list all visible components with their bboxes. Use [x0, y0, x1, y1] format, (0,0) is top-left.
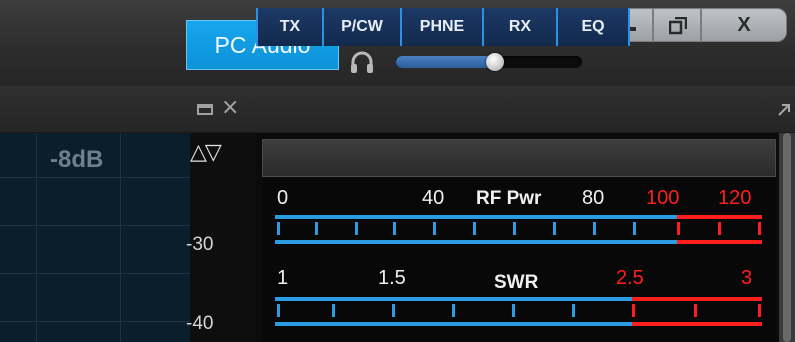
meter-tick	[677, 222, 680, 235]
swr-bar-top-red	[632, 297, 762, 301]
grid-line	[0, 177, 190, 178]
tab-eq[interactable]: EQ	[558, 8, 628, 46]
grid-line	[0, 225, 190, 226]
meter-tick	[315, 222, 318, 235]
tab-rx[interactable]: RX	[484, 8, 556, 46]
rf-scale-label: 120	[718, 187, 752, 209]
swr-scale-label: 3	[741, 267, 753, 289]
meter-tick	[332, 304, 335, 317]
tab-bar	[0, 86, 795, 133]
swr-scale-label: 1.5	[378, 267, 406, 289]
up-down-arrows[interactable]: △▽	[190, 140, 222, 165]
meter-tick	[512, 304, 515, 317]
grid-line	[0, 321, 190, 322]
headphone-slider-knob[interactable]	[485, 53, 504, 71]
rf-scale-label: 40	[422, 187, 445, 209]
expand-arrow-icon[interactable]	[777, 102, 791, 121]
grid-line	[120, 133, 121, 342]
meter-tick	[758, 222, 761, 235]
meter-tick	[393, 222, 396, 235]
rf-scale-label: 80	[582, 187, 605, 209]
scrollbar-thumb[interactable]	[783, 133, 791, 342]
db-level-label: -8dB	[50, 146, 104, 173]
meter-tick	[694, 304, 697, 317]
panel-close-button[interactable]: ×	[221, 95, 239, 121]
rf-scale-label: 100	[646, 187, 680, 209]
rf-scale-label: 0	[277, 187, 289, 209]
meter-tick	[433, 222, 436, 235]
close-button[interactable]: X	[701, 8, 787, 42]
tab-p-cw[interactable]: P/CW	[324, 8, 400, 46]
restore-button[interactable]	[653, 8, 701, 42]
grid-line	[36, 133, 37, 342]
tab-tx[interactable]: TX	[258, 8, 322, 46]
swr-bar-top	[275, 297, 632, 301]
headphone-slider-fill	[396, 56, 495, 68]
tab-separator	[628, 8, 630, 46]
headphones-icon[interactable]	[349, 49, 375, 75]
meter-tick	[758, 304, 761, 317]
rf-bar-bottom-red	[677, 240, 762, 244]
minimize-panel-icon[interactable]	[197, 104, 213, 115]
tab-phne[interactable]: PHNE	[402, 8, 482, 46]
meter-tick	[355, 222, 358, 235]
swr-bar-bottom	[275, 322, 632, 326]
rf-bar-bottom	[275, 240, 677, 244]
meter-tick	[553, 222, 556, 235]
grid-line	[0, 273, 190, 274]
scale-label: -40	[186, 313, 214, 334]
scrollbar[interactable]	[779, 133, 795, 342]
swr-scale-label: 1	[277, 267, 289, 289]
meter-tick	[632, 304, 635, 317]
swr-bar-bottom-red	[632, 322, 762, 326]
scale-label: -30	[186, 234, 214, 255]
meter-header	[262, 139, 776, 177]
meter-tick	[277, 222, 280, 235]
meter-tick	[593, 222, 596, 235]
meter-tick	[633, 222, 636, 235]
rf-bar-top	[275, 215, 677, 219]
swr-title: SWR	[494, 272, 539, 293]
meter-tick	[452, 304, 455, 317]
meter-tick	[513, 222, 516, 235]
meter-tick	[572, 304, 575, 317]
meter-tick	[277, 304, 280, 317]
restore-icon	[669, 17, 687, 35]
rf-bar-top-red	[677, 215, 762, 219]
meter-tick	[718, 222, 721, 235]
meter-tick	[473, 222, 476, 235]
rf-pwr-title: RF Pwr	[476, 188, 542, 209]
meter-tick	[392, 304, 395, 317]
swr-scale-label: 2.5	[616, 267, 644, 289]
